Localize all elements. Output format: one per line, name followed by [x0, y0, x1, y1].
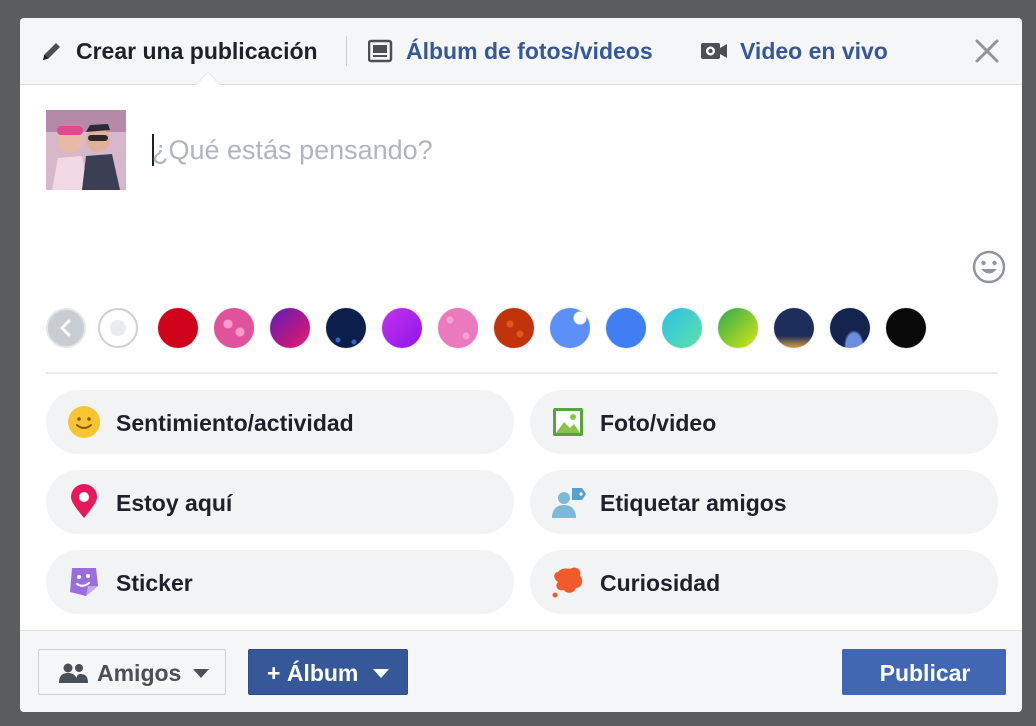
dialog-header: Crear una publicación Álbum de fotos/vid…	[20, 18, 1022, 85]
smiley-face-icon	[68, 406, 100, 438]
tab-photo-album[interactable]: Álbum de fotos/videos	[368, 18, 653, 84]
sticker-button[interactable]: Sticker	[46, 550, 514, 614]
photo-icon	[553, 408, 583, 436]
photo-video-label: Foto/video	[600, 410, 717, 436]
dialog-footer: Amigos + Álbum Publicar	[20, 630, 1022, 712]
tab-live-video[interactable]: Video en vivo	[700, 18, 888, 84]
sticker-icon	[70, 568, 98, 596]
background-swatch-green-gradient[interactable]	[718, 308, 758, 348]
audience-label: Amigos	[97, 660, 182, 686]
avatar[interactable]	[46, 110, 126, 190]
audience-selector-button[interactable]: Amigos	[38, 649, 226, 695]
publish-label: Publicar	[879, 660, 971, 686]
pencil-icon	[43, 43, 60, 60]
add-album-button[interactable]: + Álbum	[248, 649, 408, 695]
tag-friends-label: Etiquetar amigos	[600, 490, 787, 516]
caret-down-icon	[193, 669, 209, 678]
section-divider	[46, 372, 998, 374]
tab-create-post[interactable]: Crear una publicación	[40, 18, 318, 84]
friends-icon	[59, 663, 88, 683]
tab-live-video-label: Video en vivo	[740, 37, 888, 64]
tab-separator	[346, 36, 347, 66]
emoji-button[interactable]	[972, 250, 1006, 284]
post-text-input[interactable]	[152, 128, 972, 172]
curiosity-button[interactable]: Curiosidad	[530, 550, 998, 614]
background-swatch-navy-wave[interactable]	[830, 308, 870, 348]
feeling-activity-label: Sentimiento/actividad	[116, 410, 354, 436]
background-swatch-black[interactable]	[886, 308, 926, 348]
location-pin-icon	[71, 484, 97, 518]
sticker-label: Sticker	[116, 570, 193, 596]
photo-album-icon	[368, 39, 393, 63]
background-swatch-teal-gradient[interactable]	[662, 308, 702, 348]
background-swatch-purple-magenta[interactable]	[270, 308, 310, 348]
tab-photo-album-label: Álbum de fotos/videos	[406, 37, 653, 64]
background-prev-button[interactable]	[46, 308, 86, 348]
caret-down-icon	[373, 669, 389, 678]
background-swatch-pink-pattern[interactable]	[438, 308, 478, 348]
background-swatch-blue[interactable]	[606, 308, 646, 348]
curiosity-label: Curiosidad	[600, 570, 721, 596]
splash-icon	[552, 567, 583, 598]
check-in-label: Estoy aquí	[116, 490, 233, 516]
active-tab-caret	[196, 73, 220, 85]
check-in-button[interactable]: Estoy aquí	[46, 470, 514, 534]
background-swatch-red-pattern[interactable]	[494, 308, 534, 348]
close-icon	[975, 39, 999, 63]
close-button[interactable]	[974, 38, 1000, 64]
feeling-activity-button[interactable]: Sentimiento/actividad	[46, 390, 514, 454]
publish-button[interactable]: Publicar	[842, 649, 1006, 695]
background-swatch-blue-light[interactable]	[550, 308, 590, 348]
background-swatch-white[interactable]	[98, 308, 138, 348]
photo-video-button[interactable]: Foto/video	[530, 390, 998, 454]
background-swatch-pink-hearts[interactable]	[214, 308, 254, 348]
video-camera-icon	[701, 43, 727, 59]
background-swatch-violet[interactable]	[382, 308, 422, 348]
background-swatch-night-pattern[interactable]	[326, 308, 366, 348]
tag-friends-icon	[552, 488, 586, 518]
create-post-dialog: Crear una publicación Álbum de fotos/vid…	[20, 18, 1022, 712]
tag-friends-button[interactable]: Etiquetar amigos	[530, 470, 998, 534]
chevron-left-icon	[60, 319, 71, 337]
smiley-icon	[972, 250, 1006, 284]
tab-create-post-label: Crear una publicación	[76, 37, 318, 64]
background-swatch-navy-city[interactable]	[774, 308, 814, 348]
background-swatch-red[interactable]	[158, 308, 198, 348]
add-album-label: + Álbum	[267, 660, 359, 686]
profile-photo	[46, 110, 126, 190]
